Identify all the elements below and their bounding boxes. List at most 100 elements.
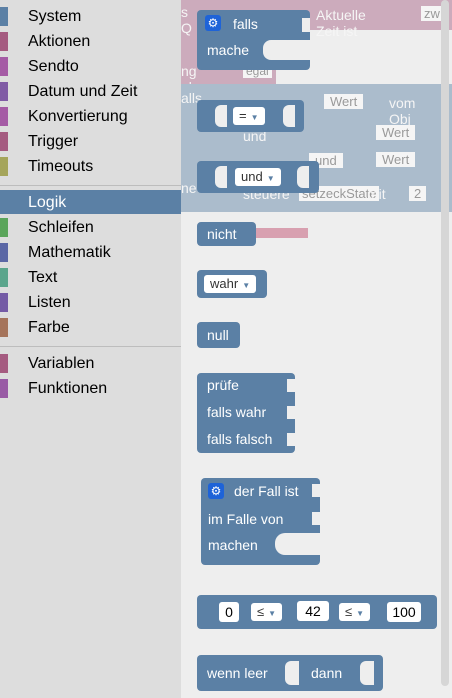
bg-vom-obj: vom Obj [389,95,416,127]
logic-operation-block[interactable]: und ▼ [197,161,319,193]
gear-icon[interactable]: ⚙ [208,483,224,499]
category-mathematik[interactable]: Mathematik [0,240,181,264]
input-notch-1 [312,484,320,497]
input-notch-2 [287,406,295,419]
do-label: mache [207,42,250,58]
category-separator [0,185,181,186]
if-empty-block[interactable]: wenn leer dann [197,655,383,691]
category-label: System [28,8,82,25]
compare-block[interactable]: = ▼ [197,100,304,132]
category-label: Logik [28,194,67,211]
category-listen[interactable]: Listen [0,290,181,314]
bg-wert-2: Wert [376,125,416,140]
category-color-swatch [0,268,8,287]
value-input-slot [285,661,299,685]
bg-wert-1: Wert [324,94,364,109]
test-label: prüfe [207,377,239,393]
if-label: falls [233,16,258,32]
if-input-notch [302,18,310,32]
gear-icon[interactable]: ⚙ [205,15,221,31]
switch-block[interactable]: ⚙ der Fall ist im Falle von machen [201,478,320,565]
category-label: Trigger [28,133,79,150]
logic-flyout: Aktuelle Zeit ist zw s Q ng ob egal alls… [181,0,452,698]
ternary-block[interactable]: prüfe falls wahr falls falsch [197,373,295,453]
toolbox: System Aktionen Sendto Datum und Zeit Konver… [0,0,181,698]
left-input-slot [215,105,227,127]
category-separator [0,346,181,347]
null-block[interactable]: null [197,322,240,348]
bg-two: 2 [409,186,427,201]
category-sendto[interactable]: Sendto [0,54,181,78]
flyout-scrollbar[interactable] [441,0,449,686]
category-color-swatch [0,243,8,262]
category-label: Listen [28,294,71,311]
category-color-swatch [0,57,8,76]
upper-operator-dropdown[interactable]: ≤ ▼ [339,603,371,621]
category-variablen[interactable]: Variablen [0,351,181,375]
lower-operator-dropdown[interactable]: ≤ ▼ [251,603,283,621]
category-color-swatch [0,354,8,373]
category-label: Variablen [28,355,95,372]
negate-block[interactable]: nicht [197,222,256,246]
logic-operator-dropdown[interactable]: und ▼ [235,168,281,186]
null-label: null [207,327,229,343]
right-input-slot [283,105,295,127]
input-notch-1 [287,379,295,392]
value-input[interactable]: 42 [297,601,329,621]
boolean-block[interactable]: wahr ▼ [197,270,267,298]
then-label: falls wahr [207,404,267,420]
bg-wert-3: Wert [376,152,416,167]
category-color-swatch [0,193,8,212]
category-label: Datum und Zeit [28,83,138,100]
do-slot [275,533,320,555]
negate-input-stub [256,228,308,238]
boolean-value-dropdown[interactable]: wahr ▼ [204,275,257,293]
bg-aktuelle-zeit: Aktuelle Zeit ist [316,7,366,39]
category-label: Farbe [28,319,70,336]
category-text[interactable]: Text [0,265,181,289]
compare-operator-dropdown[interactable]: = ▼ [233,107,265,125]
category-label: Timeouts [28,158,94,175]
switch-label: der Fall ist [234,483,299,499]
category-color-swatch [0,318,8,337]
category-aktionen[interactable]: Aktionen [0,29,181,53]
category-label: Funktionen [28,380,108,397]
then-input-slot [360,661,374,685]
category-funktionen[interactable]: Funktionen [0,376,181,400]
category-color-swatch [0,82,8,101]
do-label: machen [208,537,258,553]
left-input-slot [215,166,227,188]
input-notch-2 [312,512,320,525]
bg-ne: ne [181,180,197,196]
bg-zw: zw [421,6,443,21]
negate-label: nicht [207,226,237,242]
bg-mit: mit [367,186,386,202]
category-farbe[interactable]: Farbe [0,315,181,339]
category-label: Aktionen [28,33,91,50]
case-label: im Falle von [208,511,284,527]
lower-bound-input[interactable]: 0 [219,602,239,622]
category-system[interactable]: System [0,4,181,28]
input-notch-3 [287,433,295,446]
category-label: Konvertierung [28,108,128,125]
category-label: Mathematik [28,244,111,261]
category-label: Schleifen [28,219,94,236]
category-konvertierung[interactable]: Konvertierung [0,104,181,128]
between-block[interactable]: 0 ≤ ▼ 42 ≤ ▼ 100 [197,595,437,629]
category-color-swatch [0,32,8,51]
bg-sq: s Q [181,4,192,36]
category-color-swatch [0,7,8,26]
category-color-swatch [0,293,8,312]
category-trigger[interactable]: Trigger [0,129,181,153]
if-empty-label: wenn leer [207,665,268,681]
category-color-swatch [0,107,8,126]
if-block[interactable]: ⚙ falls mache [197,10,310,70]
category-logik[interactable]: Logik [0,190,181,214]
right-input-slot [297,166,309,188]
category-schleifen[interactable]: Schleifen [0,215,181,239]
upper-bound-input[interactable]: 100 [387,602,421,622]
category-datum-und-zeit[interactable]: Datum und Zeit [0,79,181,103]
category-label: Text [28,269,58,286]
category-label: Sendto [28,58,79,75]
category-timeouts[interactable]: Timeouts [0,154,181,178]
